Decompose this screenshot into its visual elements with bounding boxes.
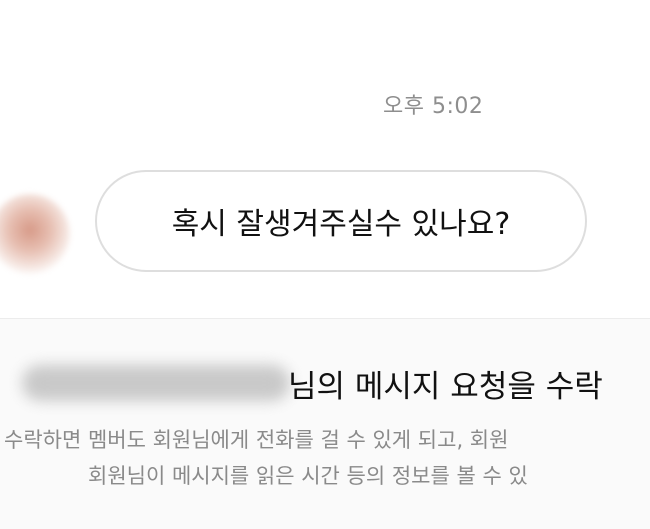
sender-avatar[interactable]	[0, 194, 70, 274]
request-title: 님의 메시지 요청을 수락	[288, 369, 603, 405]
message-text: 혹시 잘생겨주실수 있나요?	[171, 207, 511, 242]
request-description-line-1: 수락하면 멤버도 회원님에게 전화를 걸 수 있게 되고, 회원	[4, 428, 509, 452]
message-request-panel: 님의 메시지 요청을 수락 수락하면 멤버도 회원님에게 전화를 걸 수 있게 …	[0, 318, 650, 529]
message-timestamp: 오후 5:02	[383, 94, 484, 119]
request-title-row: 님의 메시지 요청을 수락	[0, 359, 650, 405]
message-bubble[interactable]: 혹시 잘생겨주실수 있나요?	[95, 170, 587, 272]
request-description-line-2: 회원님이 메시지를 읽은 시간 등의 정보를 볼 수 있	[88, 464, 528, 488]
chat-thread: 오후 5:02 혹시 잘생겨주실수 있나요?	[0, 0, 650, 318]
redacted-username	[22, 365, 290, 401]
